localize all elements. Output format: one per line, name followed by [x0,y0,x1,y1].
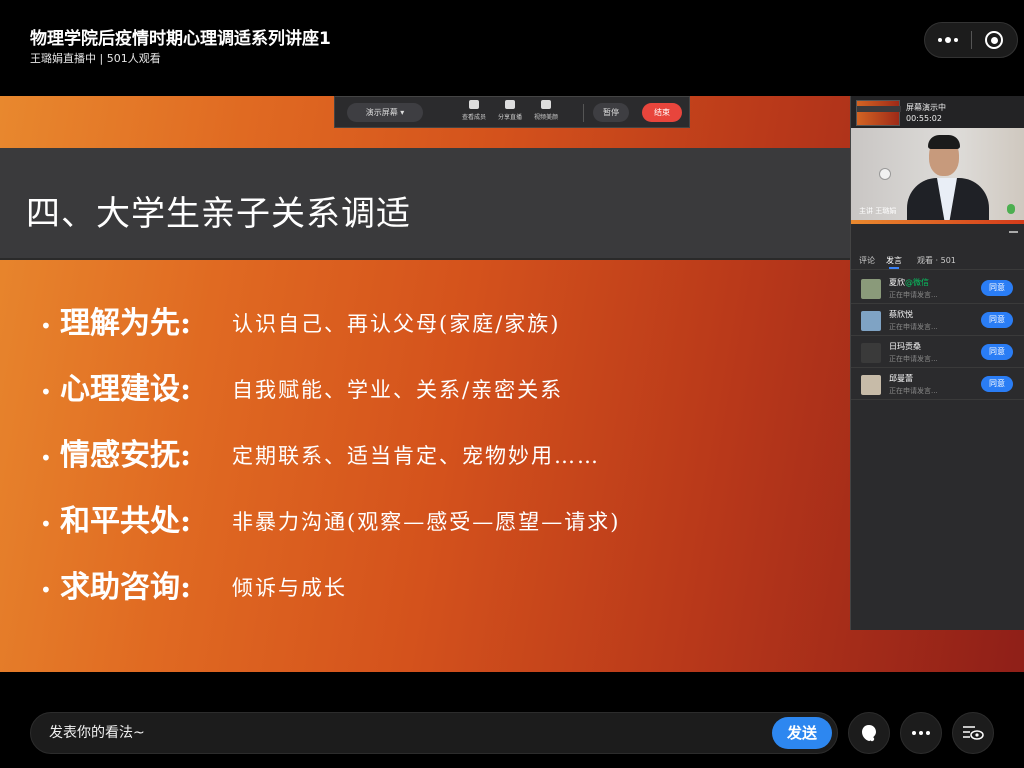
target-close-icon[interactable] [971,23,1017,57]
comment-input[interactable] [49,713,749,753]
page-title: 物理学院后疫情时期心理调适系列讲座1 [30,29,331,49]
video-stage: 四、大学生亲子关系调适 • 理解为先: 认识自己、再认父母(家庭/家族) • 心… [0,96,1024,672]
panel-tabs: 评论 发言 观看 · 501 [851,250,1024,270]
share-live-label: 分享直播 [497,114,522,121]
beauty-filter-label: 视频美颜 [533,114,558,121]
wall-clock [879,168,891,180]
bottom-bar: 发送 [0,672,1024,768]
active-tab-indicator [889,267,899,269]
bullet-label: 情感安抚: [60,438,192,473]
mic-icon [1007,204,1015,214]
bullet-label: 理解为先: [60,306,192,341]
bullet-desc: 非暴力沟通(观察—感受—愿望—请求) [232,510,621,534]
bullet-dot: • [40,380,52,404]
request-status: 正在申请发言... [889,355,938,363]
bullet-dot: • [40,446,52,470]
bullet-dot: • [40,578,52,602]
request-status: 正在申请发言... [889,291,938,299]
presenter-label: 主讲 王璐娟 [859,207,897,215]
toolbar-divider [583,104,584,122]
end-button[interactable]: 结束 [642,103,682,122]
like-button[interactable] [848,712,890,754]
bullet-label: 和平共处: [60,504,192,539]
presenter-video[interactable]: 主讲 王璐娟 [851,128,1024,224]
share-icon [505,100,515,109]
beauty-filter-button[interactable]: 视频美颜 [529,100,563,121]
sparkle-icon [541,100,551,109]
requester-name: 夏欣@微信 [889,278,929,287]
speak-request-list: 夏欣@微信 正在申请发言... 同意 蔡欣悦 正在申请发言... 同意 日玛贡桑… [851,272,1024,400]
header: 物理学院后疫情时期心理调适系列讲座1 王璐娟直播中 | 501人观看 [0,0,1024,96]
live-duration: 00:55:02 [906,114,942,123]
requester-name: 蔡欣悦 [889,310,913,319]
presenter-toolbar: 演示屏幕 ▾ 查看成员 分享直播 视频美颜 暂停 结束 [334,96,690,128]
share-status-text: 屏幕演示中 [906,103,946,112]
tab-comments[interactable]: 评论 [859,255,875,266]
view-members-button[interactable]: 查看成员 [457,100,491,121]
live-stream-page: 物理学院后疫情时期心理调适系列讲座1 王璐娟直播中 | 501人观看 四、大学生… [0,0,1024,768]
eye-view-icon [963,726,984,740]
bullet-desc: 倾诉与成长 [232,576,347,600]
bullet-label: 求助咨询: [60,570,192,605]
screen-share-status: 屏幕演示中 00:55:02 [851,96,1024,128]
more-icon [912,731,930,735]
avatar [861,311,881,331]
screen-thumbnail[interactable] [856,100,901,126]
bullet-dot: • [40,512,52,536]
avatar [861,279,881,299]
pause-button[interactable]: 暂停 [593,103,629,122]
list-item: 日玛贡桑 正在申请发言... 同意 [851,336,1024,368]
share-live-button[interactable]: 分享直播 [493,100,527,121]
agree-button[interactable]: 同意 [981,344,1013,360]
comment-box [30,712,838,754]
bullet-dot: • [40,314,52,338]
view-mode-button[interactable] [952,712,994,754]
like-icon [862,725,876,742]
request-status: 正在申请发言... [889,323,938,331]
tab-viewers[interactable]: 观看 · 501 [917,255,956,266]
tab-speak[interactable]: 发言 [886,255,902,266]
live-status-subtitle: 王璐娟直播中 | 501人观看 [30,52,161,65]
window-capsule [924,22,1018,58]
screen-select-dropdown[interactable]: 演示屏幕 ▾ [347,103,423,122]
list-item: 夏欣@微信 正在申请发言... 同意 [851,272,1024,304]
bullet-desc: 认识自己、再认父母(家庭/家族) [232,312,561,336]
presenter-hair [928,135,960,149]
video-accent-bar [851,220,1024,224]
avatar [861,375,881,395]
agree-button[interactable]: 同意 [981,376,1013,392]
side-panel: 屏幕演示中 00:55:02 主讲 王璐娟 评论 发言 观看 · 501 夏欣@… [850,96,1024,630]
list-item: 蔡欣悦 正在申请发言... 同意 [851,304,1024,336]
requester-name: 日玛贡桑 [889,342,921,351]
bullet-desc: 自我赋能、学业、关系/亲密关系 [232,378,564,402]
avatar [861,343,881,363]
bullet-label: 心理建设: [60,372,192,407]
collapse-icon[interactable] [1009,231,1018,233]
send-button[interactable]: 发送 [772,717,832,749]
agree-button[interactable]: 同意 [981,280,1013,296]
more-button[interactable] [900,712,942,754]
view-members-label: 查看成员 [461,114,486,121]
slide-heading: 四、大学生亲子关系调适 [26,194,411,234]
more-dots-icon[interactable] [925,23,971,57]
requester-name: 邱曼蕾 [889,374,913,383]
list-item: 邱曼蕾 正在申请发言... 同意 [851,368,1024,400]
agree-button[interactable]: 同意 [981,312,1013,328]
request-status: 正在申请发言... [889,387,938,395]
bullet-desc: 定期联系、适当肯定、宠物妙用…… [232,444,600,468]
members-icon [469,100,479,109]
